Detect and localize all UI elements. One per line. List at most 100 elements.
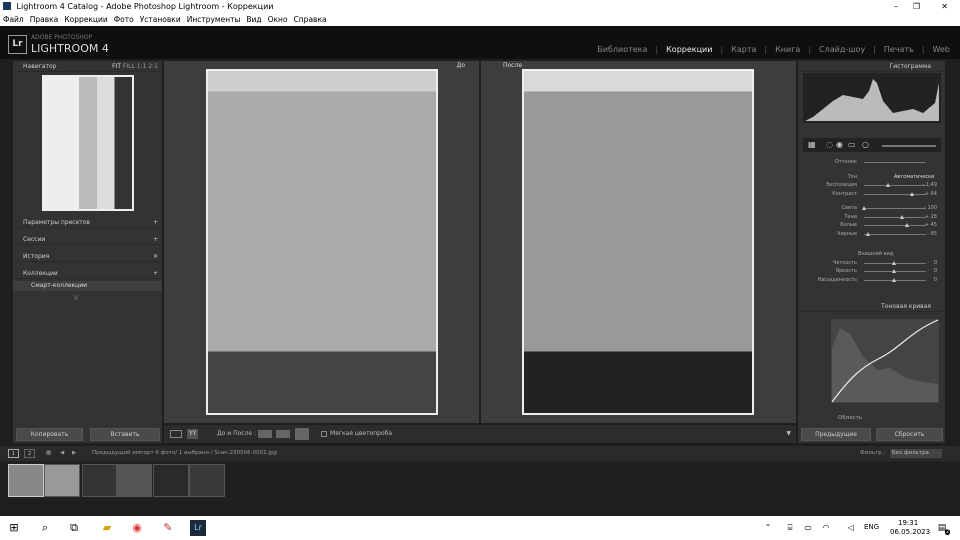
presets-add[interactable]: + xyxy=(153,217,158,228)
page-1-button[interactable]: 1 xyxy=(8,449,19,458)
slider-knob[interactable] xyxy=(892,269,896,273)
lightroom-taskbar-icon[interactable]: Lr xyxy=(190,520,206,536)
slider-row-tone-3[interactable]: Тени + 28 xyxy=(798,213,945,222)
slider-row-presence-1[interactable]: Яркость 0 xyxy=(798,267,945,276)
slider-value[interactable]: + 28 xyxy=(925,213,937,222)
wifi-icon[interactable]: ◠ xyxy=(818,520,834,536)
slider-value[interactable]: 0 xyxy=(934,276,937,285)
before-photo[interactable] xyxy=(206,69,438,415)
softproof-checkbox[interactable] xyxy=(321,431,327,437)
tray-chevron-up-icon[interactable]: ⌃ xyxy=(760,520,776,536)
slider-value[interactable]: 0 xyxy=(934,259,937,268)
thumbnail-2[interactable] xyxy=(44,464,80,497)
reset-button[interactable]: Сбросить xyxy=(876,428,943,441)
auto-tone-button[interactable]: Автоматически xyxy=(894,173,934,182)
brush-size-slider[interactable] xyxy=(882,145,936,147)
filter-dropdown[interactable]: Без фильтра xyxy=(890,449,942,458)
grid-view-icon[interactable]: ▦ xyxy=(46,446,51,461)
volume-icon[interactable]: ◁ xyxy=(843,520,859,536)
thumbnail-1[interactable] xyxy=(8,464,44,497)
back-icon[interactable]: ◀ xyxy=(60,446,64,461)
history-clear[interactable]: ✕ xyxy=(153,251,158,262)
menu-edit[interactable]: Правка xyxy=(30,15,59,24)
paint-icon[interactable]: ✎ xyxy=(160,520,176,536)
module-book[interactable]: Книга xyxy=(775,45,800,54)
module-print[interactable]: Печать xyxy=(884,45,914,54)
menu-settings[interactable]: Установки xyxy=(140,15,181,24)
slider-knob[interactable] xyxy=(900,214,905,219)
module-map[interactable]: Карта xyxy=(731,45,756,54)
slider-row-tone-4[interactable]: Белые + 45 xyxy=(798,221,945,230)
thumbnail-5[interactable] xyxy=(153,464,189,497)
zoom-fill[interactable]: FILL xyxy=(123,63,135,70)
start-windows-icon[interactable]: ⊞ xyxy=(6,520,22,536)
paste-button[interactable]: Вставить xyxy=(90,428,160,441)
slider-row-presence-2[interactable]: Насыщенность 0 xyxy=(798,276,945,285)
red-eye-icon[interactable]: ◉ xyxy=(836,140,843,149)
minimize-button[interactable]: – xyxy=(894,0,898,14)
clock-date[interactable]: 06.05.2023 xyxy=(890,528,930,536)
slider-track[interactable] xyxy=(864,233,926,235)
slider-track[interactable] xyxy=(864,185,926,186)
copy-before-settings-button[interactable] xyxy=(258,430,272,438)
close-button[interactable]: ✕ xyxy=(941,0,948,14)
graduated-filter-icon[interactable]: ▭ xyxy=(848,140,856,149)
slider-value[interactable]: 0 xyxy=(934,267,937,276)
chrome-icon[interactable]: ◉ xyxy=(129,520,145,536)
thumbnail-4[interactable] xyxy=(116,464,152,497)
search-icon[interactable]: ⌕ xyxy=(37,520,53,536)
before-after-mode-button[interactable]: YY xyxy=(187,429,199,439)
crop-tool-icon[interactable]: ▦ xyxy=(808,140,816,149)
maximize-button[interactable]: ❐ xyxy=(913,0,920,14)
menu-tools[interactable]: Инструменты xyxy=(187,15,241,24)
clock-time[interactable]: 19:31 xyxy=(898,519,918,527)
slider-row-tone-0[interactable]: Экспозиция - 1,49 xyxy=(798,181,945,190)
slider-value[interactable]: - 85 xyxy=(927,230,937,239)
copy-after-settings-button[interactable] xyxy=(276,430,290,438)
snapshots-add[interactable]: + xyxy=(153,234,158,245)
previous-button[interactable]: Предыдущие xyxy=(801,428,871,441)
file-explorer-icon[interactable]: ▰ xyxy=(99,520,115,536)
zoom-1-1[interactable]: 1:1 xyxy=(137,63,147,70)
menu-help[interactable]: Справка xyxy=(294,15,327,24)
slider-value[interactable]: - 100 xyxy=(924,204,937,213)
page-2-button[interactable]: 2 xyxy=(24,449,35,458)
slider-knob[interactable] xyxy=(892,260,896,265)
forward-icon[interactable]: ▶ xyxy=(72,446,76,461)
slider-value[interactable]: + 45 xyxy=(925,221,937,230)
menu-window[interactable]: Окно xyxy=(268,15,288,24)
slider-knob[interactable] xyxy=(866,231,871,236)
loupe-view-button[interactable] xyxy=(170,430,182,438)
zoom-fit[interactable]: FIT xyxy=(112,63,121,70)
history-section[interactable]: История ✕ xyxy=(13,251,162,262)
histogram-header[interactable]: Гистограмма xyxy=(798,61,945,72)
language-indicator[interactable]: ENG xyxy=(864,523,879,531)
collections-section[interactable]: Коллекции + xyxy=(13,268,162,279)
adjustment-brush-icon[interactable]: ○ xyxy=(862,140,869,149)
slider-value[interactable]: - 1,49 xyxy=(922,181,937,190)
zoom-2-1[interactable]: 2:1 xyxy=(148,63,158,70)
slider-value[interactable]: + 64 xyxy=(925,190,937,199)
battery-icon[interactable]: ▭ xyxy=(800,520,816,536)
after-photo[interactable] xyxy=(522,69,754,415)
slider-row-tone-1[interactable]: Контраст + 64 xyxy=(798,190,945,199)
presets-section[interactable]: Параметры пресетов + xyxy=(13,217,162,228)
task-view-icon[interactable]: ⧉ xyxy=(66,520,82,536)
copy-button[interactable]: Копировать xyxy=(16,428,83,441)
navigator-header[interactable]: Навигатор FIT FILL 1:1 2:1 xyxy=(13,61,162,72)
thumbnail-6[interactable] xyxy=(189,464,225,497)
slider-knob[interactable] xyxy=(910,191,914,196)
slider-track[interactable] xyxy=(864,225,926,226)
tone-curve-chart[interactable] xyxy=(830,318,940,404)
collections-add[interactable]: + xyxy=(153,268,158,279)
menu-file[interactable]: Файл xyxy=(3,15,24,24)
tone-curve-header[interactable]: Тоновая кривая xyxy=(798,301,945,312)
navigator-preview[interactable] xyxy=(42,75,134,211)
slider-track[interactable] xyxy=(864,208,926,209)
slider-row-tone-2[interactable]: Света - 100 xyxy=(798,204,945,213)
spot-removal-icon[interactable]: ◌ xyxy=(826,140,833,149)
toolbar-menu-chevron-down-icon[interactable]: ▼ xyxy=(786,425,791,443)
slider-row-presence-0[interactable]: Четкость 0 xyxy=(798,259,945,268)
slider-track[interactable] xyxy=(864,193,926,195)
menu-photo[interactable]: Фото xyxy=(114,15,134,24)
